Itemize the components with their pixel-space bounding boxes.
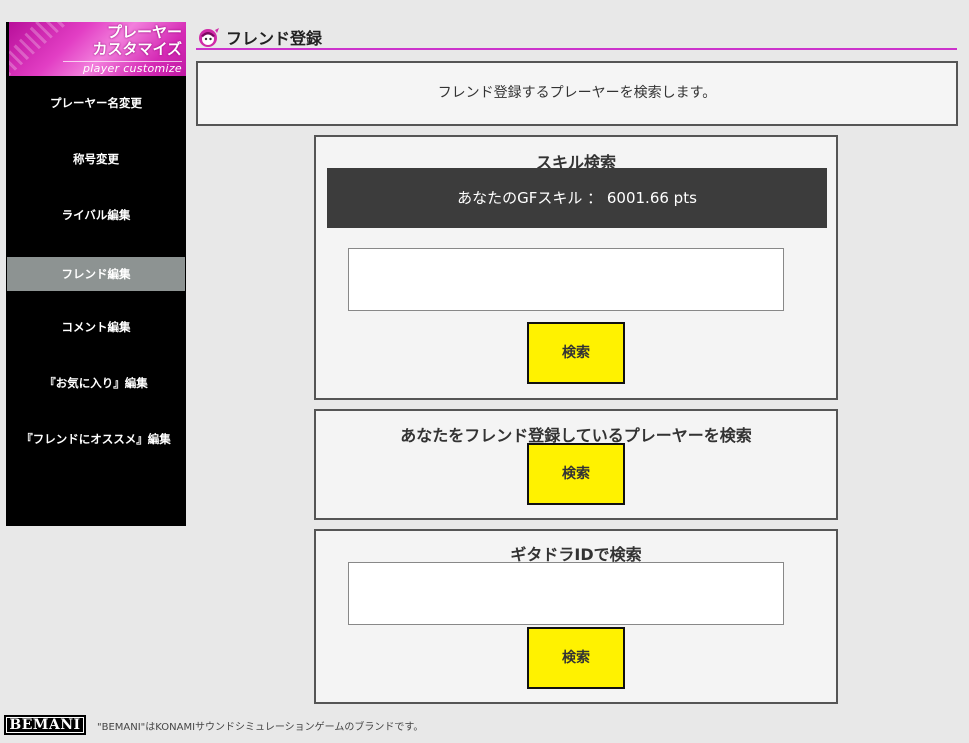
sidebar-banner-title: プレーヤー カスタマイズ <box>92 23 182 58</box>
sidebar-item-recommend-edit[interactable]: 『フレンドにオススメ』編集 <box>6 422 186 456</box>
sidebar-item-favorites-edit[interactable]: 『お気に入り』編集 <box>6 366 186 400</box>
skill-search-button[interactable]: 検索 <box>527 322 625 384</box>
sidebar-item-comment-edit[interactable]: コメント編集 <box>6 310 186 344</box>
sidebar-item-rival-edit[interactable]: ライバル編集 <box>6 198 186 232</box>
footer-text: "BEMANI"はKONAMIサウンドシミュレーションゲームのブランドです。 <box>97 722 424 733</box>
gitadora-id-input[interactable] <box>348 562 784 625</box>
reverse-friend-search-panel: あなたをフレンド登録しているプレーヤーを検索 検索 <box>314 409 838 520</box>
title-underline <box>196 48 957 50</box>
gf-skill-display: あなたのGFスキル ： 6001.66 pts <box>327 168 827 228</box>
sidebar-banner: プレーヤー カスタマイズ player customize <box>9 22 186 76</box>
sidebar: プレーヤー カスタマイズ player customize プレーヤー名変更 称… <box>6 22 186 526</box>
skill-search-input[interactable] <box>348 248 784 311</box>
sidebar-item-title-change[interactable]: 称号変更 <box>6 142 186 176</box>
skill-search-panel: スキル検索 あなたのGFスキル ： 6001.66 pts 検索 <box>314 135 838 400</box>
reverse-friend-search-button[interactable]: 検索 <box>527 443 625 505</box>
sidebar-item-friend-edit[interactable]: フレンド編集 <box>7 257 185 291</box>
page-title: フレンド登録 <box>226 29 323 48</box>
id-search-button[interactable]: 検索 <box>527 627 625 689</box>
bemani-logo: BEMANI <box>4 715 86 735</box>
notice-box: フレンド登録するプレーヤーを検索します。 <box>196 61 958 126</box>
sidebar-item-player-name[interactable]: プレーヤー名変更 <box>6 86 186 120</box>
sidebar-banner-subtitle: player customize <box>63 61 182 75</box>
character-icon <box>199 28 219 47</box>
id-search-panel: ギタドラIDで検索 検索 <box>314 529 838 704</box>
